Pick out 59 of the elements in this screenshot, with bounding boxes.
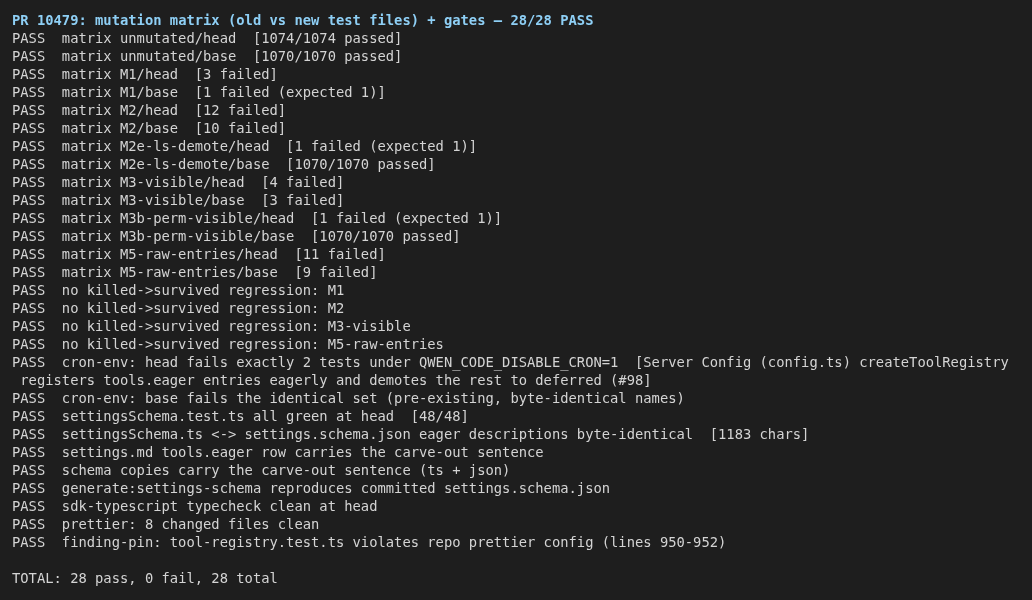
result-text: matrix unmutated/base [1070/1070 passed]: [61, 47, 403, 65]
result-text: no killed->survived regression: M2: [61, 299, 345, 317]
result-text: schema copies carry the carve-out sentence (ts + json): [61, 461, 511, 479]
status-label: PASS: [12, 29, 47, 47]
result-text: generate:settings-schema reproduces committed settings.schema.json: [61, 479, 611, 497]
status-label: PASS: [12, 353, 47, 371]
status-label: PASS: [12, 209, 47, 227]
result-text: no killed->survived regression: M3-visible: [61, 317, 411, 335]
result-text: sdk-typescript typecheck clean at head: [61, 497, 378, 515]
result-text: settings.md tools.eager row carries the carve-out sentence: [61, 443, 544, 461]
result-text: matrix M1/base [1 failed (expected 1)]: [61, 83, 386, 101]
result-text: no killed->survived regression: M5-raw-entries: [61, 335, 444, 353]
status-label: PASS: [12, 533, 47, 551]
result-text: matrix M3-visible/base [3 failed]: [61, 191, 345, 209]
result-text: cron-env: head fails exactly 2 tests under QWEN_CODE_DISABLE_CRON=1 [Server Config (config.ts) createToolRegistry: [61, 353, 1009, 371]
status-label: PASS: [12, 137, 47, 155]
status-label: PASS: [12, 461, 47, 479]
status-label: PASS: [12, 515, 47, 533]
result-text: matrix M2e-ls-demote/head [1 failed (expected 1)]: [61, 137, 478, 155]
result-text: settingsSchema.test.ts all green at head [48/48]: [61, 407, 469, 425]
result-text: matrix M1/head [3 failed]: [61, 65, 278, 83]
status-label: PASS: [12, 443, 47, 461]
result-text: matrix M2/head [12 failed]: [61, 101, 287, 119]
result-text: registers tools.eager entries eagerly and demotes the rest to deferred (#98]: [19, 371, 653, 389]
status-label: PASS: [12, 155, 47, 173]
status-label: PASS: [12, 497, 47, 515]
status-label: PASS: [12, 245, 47, 263]
status-label: PASS: [12, 281, 47, 299]
result-text: matrix M2/base [10 failed]: [61, 119, 287, 137]
status-label: PASS: [12, 83, 47, 101]
result-text: matrix M3b-perm-visible/head [1 failed (expected 1)]: [61, 209, 503, 227]
status-label: PASS: [12, 299, 47, 317]
result-text: cron-env: base fails the identical set (pre-existing, byte-identical names): [61, 389, 685, 407]
status-label: PASS: [12, 479, 47, 497]
status-label: PASS: [12, 335, 47, 353]
result-text: matrix unmutated/head [1074/1074 passed]: [61, 29, 403, 47]
status-label: PASS: [12, 317, 47, 335]
result-text: matrix M5-raw-entries/head [11 failed]: [61, 245, 386, 263]
report-title: PR 10479: mutation matrix (old vs new test files) + gates — 28/28 PASS: [12, 11, 595, 29]
result-text: matrix M2e-ls-demote/base [1070/1070 passed]: [61, 155, 436, 173]
result-text: settingsSchema.ts <-> settings.schema.json eager descriptions byte-identical [1183 chars]: [61, 425, 810, 443]
result-text: matrix M3-visible/head [4 failed]: [61, 173, 345, 191]
result-text: matrix M5-raw-entries/base [9 failed]: [61, 263, 378, 281]
status-label: PASS: [12, 407, 47, 425]
status-label: PASS: [12, 65, 47, 83]
status-label: PASS: [12, 47, 47, 65]
result-text: no killed->survived regression: M1: [61, 281, 345, 299]
status-label: PASS: [12, 119, 47, 137]
result-text: prettier: 8 changed files clean: [61, 515, 320, 533]
status-label: PASS: [12, 101, 47, 119]
status-label: PASS: [12, 425, 47, 443]
status-label: PASS: [12, 227, 47, 245]
result-text: finding-pin: tool-registry.test.ts violates repo prettier config (lines 950-952): [61, 533, 727, 551]
status-label: PASS: [12, 389, 47, 407]
total-summary: TOTAL: 28 pass, 0 fail, 28 total: [12, 569, 279, 587]
status-label: PASS: [12, 191, 47, 209]
result-text: matrix M3b-perm-visible/base [1070/1070 passed]: [61, 227, 461, 245]
status-label: PASS: [12, 263, 47, 281]
status-label: PASS: [12, 173, 47, 191]
